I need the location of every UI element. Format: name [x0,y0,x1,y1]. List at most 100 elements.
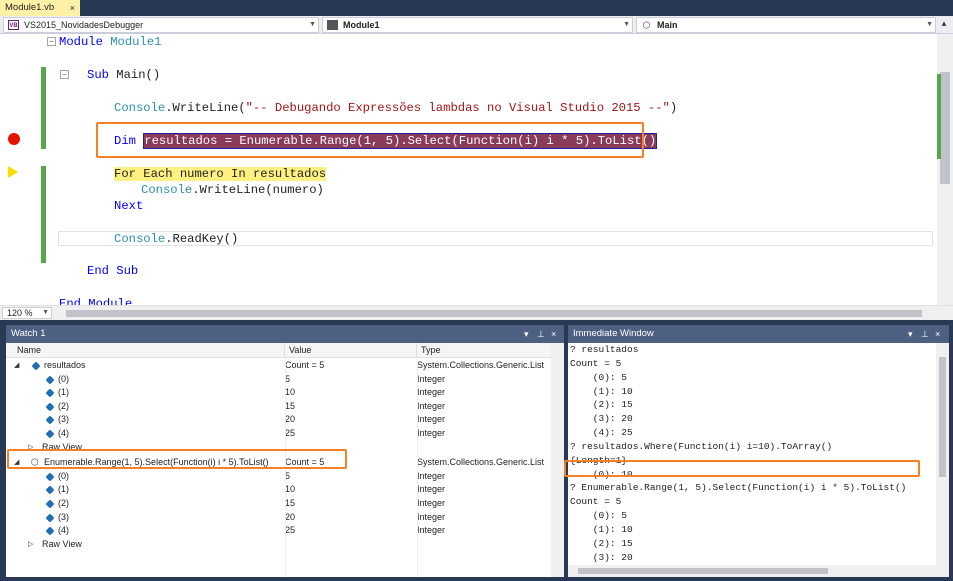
immediate-line: (1): 10 [570,385,633,397]
scrollbar-thumb[interactable] [940,72,950,184]
close-icon[interactable]: × [935,325,940,343]
immediate-line: ? Enumerable.Range(1, 5).Select(Function… [570,482,907,494]
variable-icon [45,485,55,495]
watch-cell-value[interactable]: 25 [285,427,413,441]
split-window-button[interactable]: ▴ [938,18,950,32]
watch-cell-type [417,441,551,455]
code-line: Next [114,199,144,213]
watch-name-text: (3) [58,511,69,522]
watch-row[interactable]: (4) 25 Integer [6,524,551,538]
pin-icon[interactable]: ⊥ [537,325,545,343]
method-icon: ⬡ [642,20,651,30]
immediate-line: ? resultados.Where(Function(i) i=10).ToA… [570,440,833,452]
watch-cell-value[interactable] [285,538,413,552]
watch-name-text: (3) [58,414,69,425]
editor-horizontal-scrollbar[interactable] [66,310,922,317]
variable-icon [45,429,55,439]
window-position-dropdown-icon[interactable]: ▾ [524,325,529,343]
watch-vertical-scrollbar[interactable] [551,343,564,577]
watch-cell-name: (1) [6,483,281,497]
immediate-line: (3): 20 [570,551,633,563]
immediate-vertical-scrollbar[interactable] [936,343,949,565]
watch-row[interactable]: (2) 15 Integer [6,497,551,511]
immediate-horizontal-scrollbar[interactable] [568,565,949,577]
watch-cell-type: Integer [417,470,446,481]
document-tab-module1[interactable]: Module1.vb × [0,0,80,16]
collapsed-arrow-icon[interactable]: ▷ [28,538,33,552]
column-header-name[interactable]: Name [6,343,285,358]
outline-collapse-icon[interactable]: − [47,37,56,46]
watch-cell-value[interactable]: 5 [285,470,413,484]
column-header-value[interactable]: Value [285,343,417,358]
immediate-line: (3): 20 [570,413,633,425]
change-tracking-bar [41,67,46,149]
vb-project-icon: VB [8,20,19,30]
highlight-box-watch [7,449,347,469]
glyph-margin[interactable] [0,34,24,305]
watch-cell-name: (0) [6,470,281,484]
watch-row[interactable]: (3) 20 Integer [6,413,551,427]
variable-icon [45,472,55,482]
member-dropdown[interactable]: ⬡ Main ▼ [636,17,936,33]
column-header-type[interactable]: Type [417,343,551,358]
immediate-window-title-bar: Immediate Window ▾ ⊥ × [568,325,949,343]
watch-row[interactable]: (1) 10 Integer [6,386,551,400]
watch-cell-value[interactable]: 20 [285,413,413,427]
watch-name-text: (2) [58,498,69,508]
project-dropdown[interactable]: VB VS2015_NovidadesDebugger ▼ [3,17,319,33]
watch-row[interactable]: (3) 20 Integer [6,511,551,525]
close-icon[interactable]: × [70,0,75,16]
scrollbar-thumb[interactable] [578,568,828,574]
watch-cell-value[interactable]: 15 [285,497,413,511]
watch-row[interactable]: (4) 25 Integer [6,427,551,441]
immediate-window-text[interactable]: ? resultados Count = 5 (0): 5 (1): 10 (2)… [570,343,936,577]
scrollbar-thumb[interactable] [939,357,946,477]
watch-cell-type: Integer [417,525,446,536]
watch-cell-value[interactable]: 10 [285,483,413,497]
immediate-line: ? resultados [570,344,639,355]
zoom-dropdown[interactable]: 120 % ▼ [2,307,52,319]
module-icon [327,20,338,30]
member-dropdown-label: Main [657,20,678,30]
type-dropdown[interactable]: Module1 ▼ [322,17,633,33]
scrollbar-change-marker [937,74,941,159]
watch-column-headers: Name Value Type [6,343,551,358]
document-tab-strip: Module1.vb × [0,0,953,16]
watch-cell-value[interactable]: 10 [285,386,413,400]
code-editor: Module1.vb × VB VS2015_NovidadesDebugger… [0,0,953,320]
watch-cell-value[interactable]: 20 [285,511,413,525]
watch-row[interactable]: (2) 15 Integer [6,400,551,414]
watch-cell-name: (2) [6,400,281,414]
immediate-window-title: Immediate Window [573,328,654,339]
watch-cell-type: Integer [417,373,446,384]
watch-cell-value[interactable]: Count = 5 [285,359,413,373]
watch-row[interactable]: ◢ resultados Count = 5 System.Collections.G… [6,359,551,373]
watch-row[interactable]: ▷ Raw View [6,538,551,552]
watch-cell-value[interactable]: 15 [285,400,413,414]
current-statement-arrow-icon[interactable] [8,166,18,178]
close-icon[interactable]: × [551,325,556,343]
window-position-dropdown-icon[interactable]: ▾ [908,325,913,343]
watch-name-text: (4) [58,428,69,438]
pin-icon[interactable]: ⊥ [921,325,929,343]
outline-collapse-icon[interactable]: − [60,70,69,79]
watch-row[interactable]: (1) 10 Integer [6,483,551,497]
editor-status-bar: 120 % ▼ [0,305,953,320]
chevron-down-icon: ▼ [623,21,630,28]
immediate-line: (1): 10 [570,523,633,535]
watch-cell-value[interactable]: 25 [285,524,413,538]
watch-row[interactable]: (0) 5 Integer [6,373,551,387]
watch-cell-value[interactable]: 5 [285,373,413,387]
editor-vertical-scrollbar[interactable] [937,34,953,305]
column-divider [417,358,418,577]
variable-icon [31,361,41,371]
code-text-area[interactable]: − − Module Module1 Sub Main() Console.Wr… [0,34,937,305]
variable-icon [45,513,55,523]
expanded-arrow-icon[interactable]: ◢ [14,359,19,373]
breakpoint-icon[interactable] [8,133,20,145]
watch-window-title-bar: Watch 1 ▾ ⊥ × [6,325,564,343]
watch-cell-name: ◢ resultados [6,359,281,373]
watch-cell-name: (0) [6,373,281,387]
immediate-line: (0): 5 [570,510,628,522]
watch-row[interactable]: (0) 5 Integer [6,470,551,484]
